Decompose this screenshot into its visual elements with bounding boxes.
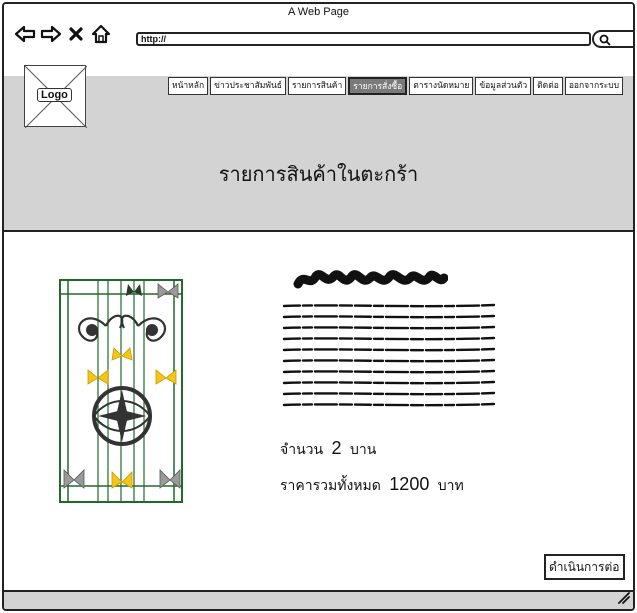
browser-toolbar: A Web Page http:// <box>4 4 633 64</box>
status-bar <box>4 590 633 609</box>
site-header: Logo หน้าหลัก ข่าวประชาสัมพันธ์ รายการสิ… <box>4 62 633 232</box>
logo[interactable]: Logo <box>24 65 87 128</box>
menu-item-contact[interactable]: ติดต่อ <box>533 77 563 95</box>
search-box[interactable] <box>592 30 633 48</box>
total-label: ราคารวมทั้งหมด <box>280 478 381 494</box>
menu-item-orders[interactable]: รายการสั่งซื้อ <box>348 77 408 95</box>
menu-item-appointments[interactable]: ตารางนัดหมาย <box>409 77 474 95</box>
close-icon[interactable] <box>68 26 84 46</box>
total-price-line: ราคารวมทั้งหมด 1200 บาท <box>280 474 464 497</box>
quantity-line: จำนวน 2 บาน <box>280 438 376 461</box>
total-value: 1200 <box>389 474 430 494</box>
quantity-label: จำนวน <box>280 442 324 458</box>
window-title: A Web Page <box>288 6 349 18</box>
arrow-left-icon[interactable] <box>14 24 36 48</box>
arrow-right-icon[interactable] <box>40 24 62 48</box>
menu-item-home[interactable]: หน้าหลัก <box>168 77 209 95</box>
continue-button[interactable]: ดำเนินการต่อ <box>544 554 625 580</box>
menu-item-news[interactable]: ข่าวประชาสัมพันธ์ <box>210 77 286 95</box>
quantity-value: 2 <box>331 438 342 458</box>
logo-label: Logo <box>37 88 72 102</box>
menu-item-products[interactable]: รายการสินค้า <box>287 77 347 95</box>
home-icon[interactable] <box>90 24 112 48</box>
menu-item-logout[interactable]: ออกจากระบบ <box>564 77 624 95</box>
product-name-placeholder <box>292 266 449 296</box>
address-bar[interactable]: http:// <box>136 32 591 46</box>
browser-window: A Web Page http:// Logo หน้าหลัก ข่าวประ… <box>2 2 635 611</box>
resize-grip-icon[interactable] <box>617 589 631 608</box>
quantity-unit: บาน <box>350 442 377 458</box>
cart-content: จำนวน 2 บาน ราคารวมทั้งหมด 1200 บาท ดำเน… <box>4 232 633 594</box>
total-unit: บาท <box>437 478 464 494</box>
product-description-placeholder <box>280 302 500 422</box>
product-image[interactable] <box>58 278 186 510</box>
main-menu: หน้าหลัก ข่าวประชาสัมพันธ์ รายการสินค้า … <box>168 77 624 95</box>
menu-band <box>4 62 633 76</box>
menu-item-profile[interactable]: ข้อมูลส่วนตัว <box>475 77 532 95</box>
page-title: รายการสินค้าในตะกร้า <box>218 162 419 186</box>
